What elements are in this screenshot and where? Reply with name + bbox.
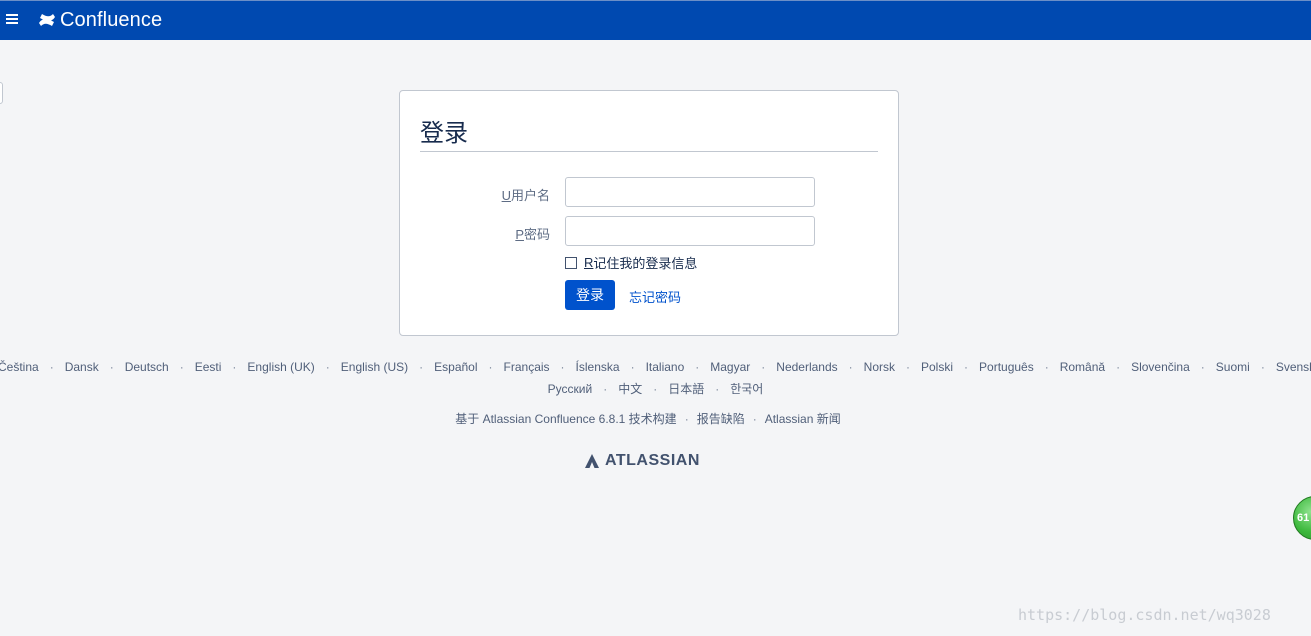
- language-separator: ·: [715, 382, 720, 396]
- footer-separator: ·: [684, 412, 689, 426]
- password-accesskey: P: [515, 227, 524, 242]
- language-separator: ·: [906, 360, 910, 374]
- app-name: Confluence: [60, 8, 163, 31]
- atlassian-logo[interactable]: ATLASSIAN: [584, 452, 700, 470]
- language-separator: ·: [653, 382, 658, 396]
- language-link[interactable]: English (US): [341, 360, 408, 374]
- language-link[interactable]: Italiano: [646, 360, 685, 374]
- remember-me-option[interactable]: R 记住我的登录信息: [565, 253, 697, 272]
- language-separator: ·: [488, 360, 493, 374]
- language-link[interactable]: Dansk: [65, 360, 99, 374]
- sidebar-collapse-handle[interactable]: [0, 82, 3, 104]
- language-separator: ·: [603, 382, 608, 396]
- language-link[interactable]: Română: [1060, 360, 1105, 374]
- title-divider: [420, 151, 878, 152]
- language-separator: ·: [1200, 360, 1205, 374]
- language-link[interactable]: Nederlands: [776, 360, 837, 374]
- hamburger-menu-icon[interactable]: [6, 12, 18, 26]
- language-separator: ·: [179, 360, 184, 374]
- username-label-text: 用户名: [510, 188, 550, 203]
- language-separator: ·: [419, 360, 424, 374]
- language-link[interactable]: Français: [504, 360, 550, 374]
- language-link[interactable]: Íslenska: [576, 360, 620, 374]
- language-link[interactable]: Русский: [548, 382, 593, 396]
- report-bug-link[interactable]: 报告缺陷: [697, 412, 745, 426]
- password-field[interactable]: [565, 216, 815, 246]
- language-list-row-2: Русский · 中文 · 日本語 · 한국어: [0, 380, 1311, 397]
- username-field[interactable]: [565, 177, 815, 207]
- username-label: U用户名: [400, 185, 550, 204]
- language-separator: ·: [964, 360, 969, 374]
- atlassian-logo-icon: [585, 454, 599, 468]
- watermark-text: https://blog.csdn.net/wq3028: [1018, 606, 1271, 624]
- language-separator: ·: [49, 360, 54, 374]
- language-link[interactable]: Deutsch: [125, 360, 169, 374]
- footer-links: 基于 Atlassian Confluence 6.8.1 技术构建 · 报告缺陷 ·…: [0, 410, 1296, 427]
- language-link[interactable]: English (UK): [247, 360, 314, 374]
- language-separator: ·: [560, 360, 565, 374]
- username-accesskey: U: [501, 188, 511, 203]
- language-link[interactable]: Eesti: [195, 360, 222, 374]
- language-list-row-1: Čeština · Dansk · Deutsch · Eesti · English (UK)…: [0, 360, 1311, 374]
- language-link[interactable]: Slovenčina: [1131, 360, 1190, 374]
- language-separator: ·: [325, 360, 330, 374]
- language-link[interactable]: 한국어: [730, 382, 763, 396]
- language-separator: ·: [109, 360, 114, 374]
- language-separator: ·: [1260, 360, 1265, 374]
- remember-me-checkbox[interactable]: [565, 256, 577, 269]
- language-separator: ·: [1116, 360, 1121, 374]
- password-label: P密码: [400, 224, 550, 243]
- language-link[interactable]: Polski: [921, 360, 953, 374]
- login-panel: 登录 U用户名 P密码 R 记住我的登录信息 登录 忘记密码: [399, 90, 899, 336]
- atlassian-wordmark: ATLASSIAN: [605, 452, 700, 469]
- language-separator: ·: [630, 360, 635, 374]
- confluence-logo[interactable]: Confluence: [38, 8, 162, 32]
- language-link[interactable]: 中文: [618, 382, 642, 396]
- forgot-password-link[interactable]: 忘记密码: [629, 287, 681, 306]
- floating-counter-badge[interactable]: 61: [1293, 496, 1311, 540]
- badge-count: 61: [1297, 512, 1310, 524]
- powered-by-link[interactable]: 基于 Atlassian Confluence 6.8.1 技术构建: [455, 412, 676, 426]
- language-separator: ·: [1044, 360, 1049, 374]
- page-title: 登录: [420, 120, 468, 147]
- language-link[interactable]: Svenska: [1276, 360, 1311, 374]
- language-link[interactable]: Español: [434, 360, 477, 374]
- remember-me-label: 记住我的登录信息: [593, 256, 698, 271]
- language-separator: ·: [761, 360, 766, 374]
- language-separator: ·: [848, 360, 853, 374]
- language-link[interactable]: 日本語: [668, 382, 704, 396]
- language-link[interactable]: Norsk: [864, 360, 895, 374]
- language-link[interactable]: Magyar: [710, 360, 750, 374]
- password-label-text: 密码: [523, 227, 550, 242]
- top-navigation-bar: Confluence: [0, 0, 1311, 40]
- language-link[interactable]: Português: [979, 360, 1034, 374]
- footer-separator: ·: [752, 412, 757, 426]
- atlassian-news-link[interactable]: Atlassian 新闻: [765, 412, 841, 426]
- language-link[interactable]: Suomi: [1216, 360, 1250, 374]
- language-separator: ·: [695, 360, 700, 374]
- login-button[interactable]: 登录: [565, 280, 615, 310]
- language-link[interactable]: Čeština: [0, 360, 39, 374]
- remember-accesskey: R: [584, 255, 594, 270]
- confluence-logo-icon: [39, 14, 55, 26]
- language-separator: ·: [232, 360, 237, 374]
